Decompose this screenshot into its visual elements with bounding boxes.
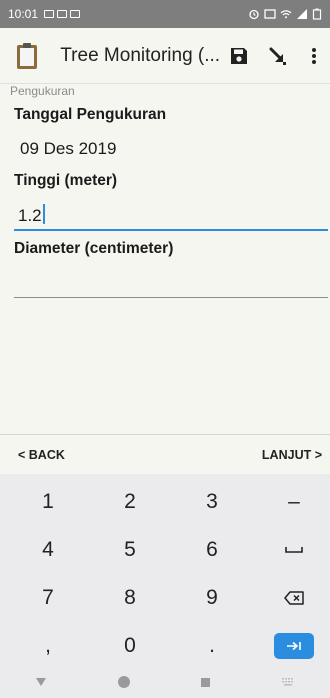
navigation-bar: < BACK LANJUT > bbox=[0, 434, 330, 474]
field-label-diameter: Diameter (centimeter) bbox=[14, 240, 174, 257]
numeric-keypad: 1 2 3 – 4 5 6 7 8 9 , 0 . bbox=[0, 474, 330, 666]
clipboard-icon bbox=[4, 28, 50, 84]
key-backspace[interactable] bbox=[253, 574, 330, 622]
group-label: Pengukuran bbox=[10, 84, 75, 98]
form: Pengukuran Tanggal Pengukuran 09 Des 201… bbox=[0, 84, 330, 434]
save-icon bbox=[231, 47, 248, 64]
key-4[interactable]: 4 bbox=[7, 526, 89, 574]
app-bar: Tree Monitoring (... bbox=[0, 28, 330, 84]
battery-icon bbox=[312, 8, 322, 20]
status-time: 10:01 bbox=[8, 7, 39, 21]
height-input-text: 1.2 bbox=[18, 206, 42, 225]
mail-icon bbox=[57, 10, 68, 18]
key-enter[interactable] bbox=[253, 622, 330, 670]
key-5[interactable]: 5 bbox=[89, 526, 171, 574]
key-9[interactable]: 9 bbox=[171, 574, 253, 622]
alarm-icon bbox=[249, 9, 259, 20]
more-vert-icon bbox=[311, 47, 316, 64]
key-period[interactable]: . bbox=[171, 622, 253, 670]
overflow-menu-button[interactable] bbox=[297, 28, 330, 84]
keyboard-switch-icon[interactable] bbox=[281, 677, 295, 687]
key-comma[interactable]: , bbox=[7, 622, 89, 670]
go-to-end-button[interactable] bbox=[259, 28, 298, 84]
height-input-underline bbox=[14, 229, 328, 231]
notification-icon bbox=[44, 10, 55, 18]
enter-key-background bbox=[274, 633, 314, 659]
key-8[interactable]: 8 bbox=[89, 574, 171, 622]
key-2[interactable]: 2 bbox=[89, 478, 171, 526]
enter-icon bbox=[287, 641, 301, 651]
height-input[interactable]: 1.2 bbox=[18, 204, 45, 226]
save-button[interactable] bbox=[220, 28, 259, 84]
system-navigation-bar bbox=[0, 666, 330, 698]
system-icons bbox=[248, 8, 322, 20]
screen: 10:01 Tree Monitoring (... Pengukuran Ta… bbox=[0, 0, 330, 698]
field-label-tinggi: Tinggi (meter) bbox=[14, 172, 118, 189]
key-0[interactable]: 0 bbox=[89, 622, 171, 670]
date-value[interactable]: 09 Des 2019 bbox=[20, 139, 116, 159]
wifi-icon bbox=[280, 10, 292, 19]
backspace-icon bbox=[284, 591, 304, 605]
recents-square-icon[interactable] bbox=[200, 677, 211, 688]
key-3[interactable]: 3 bbox=[171, 478, 253, 526]
text-caret bbox=[42, 204, 45, 224]
arrow-down-right-icon bbox=[269, 47, 286, 65]
home-circle-icon[interactable] bbox=[117, 675, 131, 689]
key-space[interactable] bbox=[253, 526, 330, 574]
screen-icon bbox=[70, 10, 81, 18]
diameter-input[interactable] bbox=[18, 270, 318, 294]
back-button[interactable]: < BACK bbox=[18, 448, 65, 462]
field-label-tanggal: Tanggal Pengukuran bbox=[14, 106, 167, 123]
key-minus[interactable]: – bbox=[253, 478, 330, 526]
next-button[interactable]: LANJUT > bbox=[262, 448, 322, 462]
space-icon bbox=[285, 547, 303, 553]
app-title: Tree Monitoring (... bbox=[60, 44, 221, 66]
key-1[interactable]: 1 bbox=[7, 478, 89, 526]
notification-icons bbox=[44, 10, 81, 18]
key-7[interactable]: 7 bbox=[7, 574, 89, 622]
signal-icon bbox=[297, 9, 307, 19]
status-bar: 10:01 bbox=[0, 0, 330, 28]
diameter-input-underline bbox=[14, 297, 328, 298]
key-6[interactable]: 6 bbox=[171, 526, 253, 574]
back-triangle-icon[interactable] bbox=[35, 677, 47, 687]
cast-icon bbox=[264, 9, 276, 19]
